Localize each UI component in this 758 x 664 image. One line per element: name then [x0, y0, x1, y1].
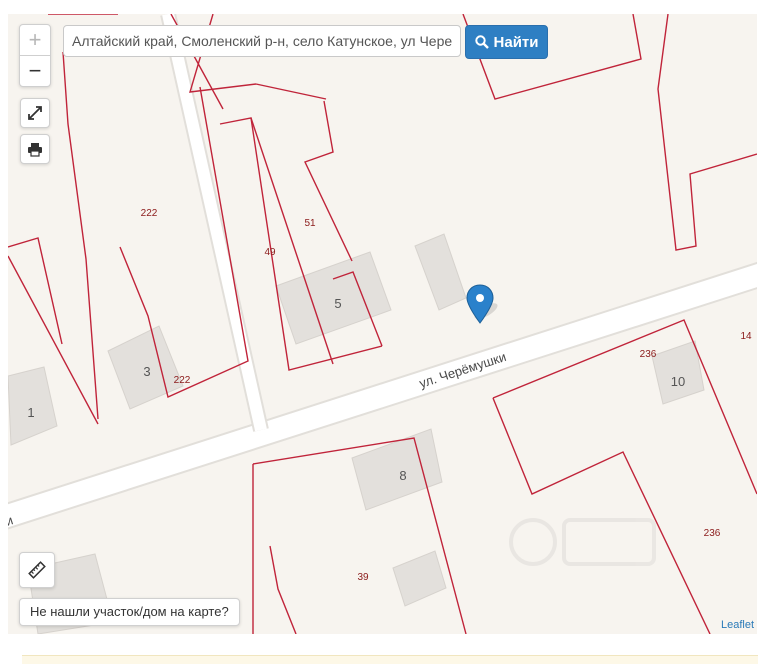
zoom-control: + − — [19, 24, 51, 87]
parcel-number: 222 — [141, 208, 158, 219]
print-icon — [28, 142, 42, 157]
parcel-number: 49 — [264, 247, 276, 258]
not-found-button[interactable]: Не нашли участок/дом на карте? — [19, 598, 240, 626]
map-marker-icon[interactable] — [466, 284, 494, 324]
address-search-input[interactable] — [63, 25, 461, 57]
search-icon — [474, 35, 489, 49]
print-button[interactable] — [20, 134, 50, 164]
map-canvas[interactable]: ул. Черёмушки и 1 3 5 8 10 222 222 51 49… — [8, 14, 757, 634]
ruler-icon — [28, 561, 46, 579]
building-number: 3 — [143, 364, 150, 379]
search-button[interactable]: Найти — [465, 25, 548, 59]
fullscreen-button[interactable] — [20, 98, 50, 128]
parcel-number: 51 — [304, 218, 316, 229]
zoom-in-button[interactable]: + — [20, 25, 50, 56]
leaflet-attribution-link[interactable]: Leaflet — [721, 619, 754, 631]
parcel-number: 39 — [357, 572, 369, 583]
building-number: 10 — [671, 374, 685, 389]
watermark-logo — [509, 518, 656, 566]
parcel-number: 236 — [704, 528, 721, 539]
map-tiles: ул. Черёмушки и 1 3 5 8 10 222 222 51 49… — [8, 14, 757, 634]
search-button-label: Найти — [493, 33, 539, 51]
expand-icon — [28, 106, 42, 120]
parcel-number: 14 — [740, 331, 752, 342]
building-number: 5 — [334, 296, 341, 311]
zoom-out-button[interactable]: − — [20, 56, 50, 86]
parcel-number: 222 — [174, 375, 191, 386]
building-number: 8 — [399, 468, 406, 483]
building-number: 1 — [27, 405, 34, 420]
measure-button[interactable] — [19, 552, 55, 588]
parcel-number: 236 — [640, 349, 657, 360]
